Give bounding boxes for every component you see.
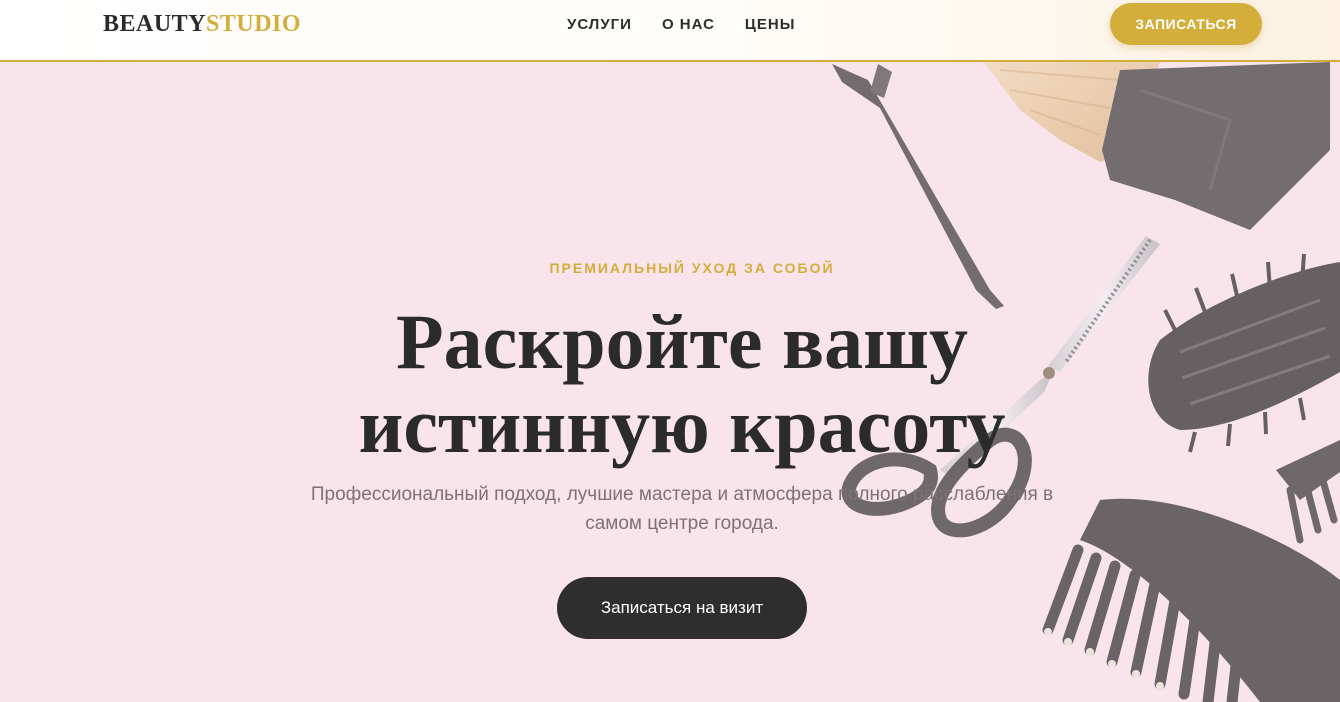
book-visit-button[interactable]: Записаться на визит: [557, 577, 807, 639]
hero-title-line2: истинную красоту: [358, 382, 1006, 469]
nav-link-about[interactable]: О НАС: [662, 15, 715, 35]
hero-eyebrow: ПРЕМИАЛЬНЫЙ УХОД ЗА СОБОЙ: [549, 260, 835, 276]
hero-section: ПРЕМИАЛЬНЫЙ УХОД ЗА СОБОЙ Раскройте вашу…: [0, 62, 1340, 702]
main-nav: УСЛУГИ О НАС ЦЕНЫ: [567, 15, 795, 35]
hero-title-line1: Раскройте вашу: [396, 298, 968, 385]
brand-logo-part1: BEAUTY: [103, 11, 207, 37]
nav-link-prices[interactable]: ЦЕНЫ: [745, 15, 795, 35]
nav-link-services[interactable]: УСЛУГИ: [567, 15, 632, 35]
hero-title: Раскройте вашу истинную красоту: [0, 300, 1340, 468]
hero-subtitle-line1: Профессиональный подход, лучшие мастера …: [310, 484, 1054, 505]
hero-subtitle: Профессиональный подход, лучшие мастера …: [280, 480, 1084, 538]
hero-subtitle-line2: самом центре города.: [585, 513, 779, 534]
header-signup-button[interactable]: ЗАПИСАТЬСЯ: [1110, 3, 1262, 45]
brand-logo[interactable]: BEAUTYSTUDIO: [103, 10, 301, 38]
brand-logo-part2: STUDIO: [206, 11, 302, 37]
site-header: BEAUTYSTUDIO УСЛУГИ О НАС ЦЕНЫ ЗАПИСАТЬС…: [0, 0, 1340, 62]
